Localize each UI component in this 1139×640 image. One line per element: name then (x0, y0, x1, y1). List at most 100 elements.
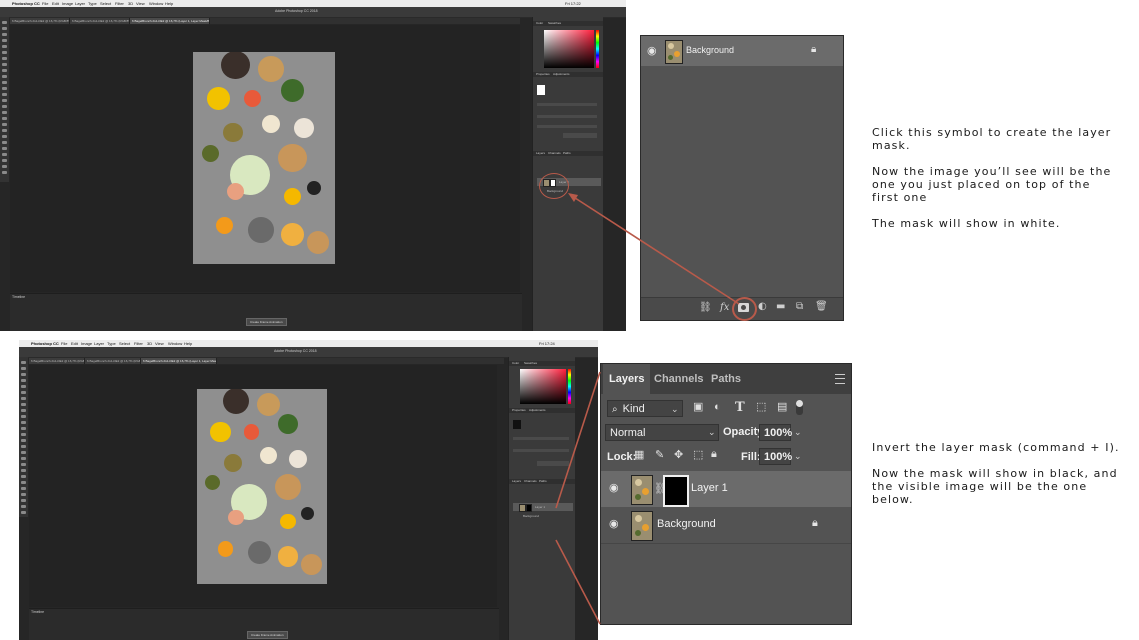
tab-layers[interactable]: Layers (603, 364, 651, 394)
tool-icon[interactable] (2, 141, 7, 144)
tab-properties[interactable]: Properties (512, 408, 526, 413)
tool-icon[interactable] (2, 33, 7, 36)
chevron-down-icon[interactable]: ⌄ (794, 427, 802, 438)
doc-tab-2[interactable]: 6 BagelBrunch-IG1-DE2 @ 16,7% (RGB/8*) (85, 358, 141, 364)
tool-icon[interactable] (2, 165, 7, 168)
properties-slider-2[interactable] (513, 449, 569, 452)
menu-filter[interactable]: Filter (115, 0, 124, 7)
tab-adjustments[interactable]: Adjustments (529, 408, 546, 413)
tool-icon[interactable] (21, 409, 26, 412)
menu-view[interactable]: View (155, 340, 164, 347)
tool-icon[interactable] (2, 87, 7, 90)
filter-smart-object-icon[interactable]: ▤ (777, 402, 787, 413)
tool-icon[interactable] (2, 153, 7, 156)
tab-channels[interactable]: Channels (548, 151, 561, 156)
panel-menu-icon[interactable] (835, 374, 845, 384)
properties-slider-1[interactable] (537, 103, 597, 106)
tab-color[interactable]: Color (536, 21, 543, 26)
tool-icon[interactable] (2, 63, 7, 66)
create-frame-animation-button[interactable]: Create Frame Animation (247, 631, 288, 639)
visibility-eye-icon[interactable]: ◉ (609, 483, 619, 494)
tool-icon[interactable] (21, 493, 26, 496)
visibility-eye-icon[interactable]: ◉ (647, 45, 657, 56)
tool-icon[interactable] (21, 361, 26, 364)
filter-toggle-icon[interactable] (796, 400, 803, 415)
tool-icon[interactable] (21, 433, 26, 436)
menu-window[interactable]: Window (149, 0, 163, 7)
doc-tab-1[interactable]: 6 BagelBrunch-IG1-DE2 @ 16,7% (RGB/8*) (10, 18, 70, 24)
menu-edit[interactable]: Edit (52, 0, 59, 7)
lock-paint-icon[interactable]: ✎ (655, 450, 664, 461)
tab-color[interactable]: Color (512, 361, 519, 366)
tab-layers[interactable]: Layers (536, 151, 545, 156)
menu-file[interactable]: File (42, 0, 48, 7)
tool-icon[interactable] (21, 391, 26, 394)
menu-3d[interactable]: 3D (128, 0, 133, 7)
tab-swatches[interactable]: Swatches (548, 21, 561, 26)
menu-view[interactable]: View (136, 0, 145, 7)
tool-icon[interactable] (21, 403, 26, 406)
menu-type[interactable]: Type (88, 0, 97, 7)
document-canvas[interactable] (29, 365, 497, 607)
tool-icon[interactable] (21, 505, 26, 508)
tool-icon[interactable] (21, 421, 26, 424)
doc-tab-1[interactable]: 6 BagelBrunch-IG1-DE2 @ 16,7% (RGB/8*) (29, 358, 85, 364)
select-and-mask-button[interactable] (537, 461, 569, 466)
chevron-down-icon[interactable]: ⌄ (794, 451, 802, 462)
link-icon[interactable]: ⛓ (699, 303, 712, 313)
menu-select[interactable]: Select (119, 340, 130, 347)
filter-shape-icon[interactable]: ⬚ (756, 402, 766, 413)
tool-icon[interactable] (2, 93, 7, 96)
menu-type[interactable]: Type (107, 340, 116, 347)
adjustment-icon[interactable]: ◐ (758, 302, 767, 312)
tool-icon[interactable] (2, 99, 7, 102)
tool-icon[interactable] (2, 51, 7, 54)
tool-icon[interactable] (21, 463, 26, 466)
document-canvas[interactable] (10, 25, 520, 292)
tool-icon[interactable] (21, 499, 26, 502)
tool-icon[interactable] (21, 457, 26, 460)
new-layer-icon[interactable]: ⧉ (796, 302, 803, 312)
fill-input[interactable]: 100% (759, 448, 792, 465)
tool-icon[interactable] (21, 487, 26, 490)
lock-move-icon[interactable]: ✥ (674, 450, 683, 461)
menu-layer[interactable]: Layer (94, 340, 104, 347)
tool-icon[interactable] (21, 415, 26, 418)
properties-slider-2[interactable] (537, 115, 597, 118)
filter-adjustment-icon[interactable]: ◐ (714, 402, 721, 413)
tool-icon[interactable] (2, 75, 7, 78)
color-picker[interactable] (520, 369, 566, 404)
menu-help[interactable]: Help (165, 0, 173, 7)
menu-image[interactable]: Image (81, 340, 92, 347)
tool-icon[interactable] (2, 129, 7, 132)
trash-icon[interactable]: 🗑︎ (815, 302, 828, 312)
tab-layers[interactable]: Layers (512, 479, 521, 484)
tool-icon[interactable] (2, 171, 7, 174)
opacity-input[interactable]: 100% (759, 424, 792, 441)
tool-icon[interactable] (2, 81, 7, 84)
layer-mask-thumbnail[interactable] (663, 475, 689, 507)
tool-icon[interactable] (2, 39, 7, 42)
tool-icon[interactable] (2, 57, 7, 60)
mini-layer-row-2[interactable]: Background (513, 513, 573, 519)
blend-mode-select[interactable]: Normal (605, 424, 719, 441)
tab-paths[interactable]: Paths (705, 364, 747, 394)
menu-3d[interactable]: 3D (147, 340, 152, 347)
tool-icon[interactable] (2, 45, 7, 48)
layer-row-background[interactable]: ◉ Background 🔒︎ (641, 36, 843, 66)
menu-window[interactable]: Window (168, 340, 182, 347)
menu-layer[interactable]: Layer (75, 0, 85, 7)
fx-icon[interactable]: fx (720, 303, 729, 313)
tool-icon[interactable] (21, 481, 26, 484)
menu-edit[interactable]: Edit (71, 340, 78, 347)
tool-icon[interactable] (2, 117, 7, 120)
tool-icon[interactable] (21, 427, 26, 430)
doc-tab-2[interactable]: 6 BagelBrunch-IG1-DE2 @ 16,7% (RGB/8*) (70, 18, 130, 24)
tab-adjustments[interactable]: Adjustments (553, 72, 570, 77)
tab-channels[interactable]: Channels (524, 479, 537, 484)
properties-slider-3[interactable] (537, 125, 597, 128)
select-and-mask-button[interactable] (563, 133, 597, 138)
hue-slider[interactable] (568, 369, 571, 404)
tool-icon[interactable] (21, 511, 26, 514)
tool-icon[interactable] (21, 367, 26, 370)
